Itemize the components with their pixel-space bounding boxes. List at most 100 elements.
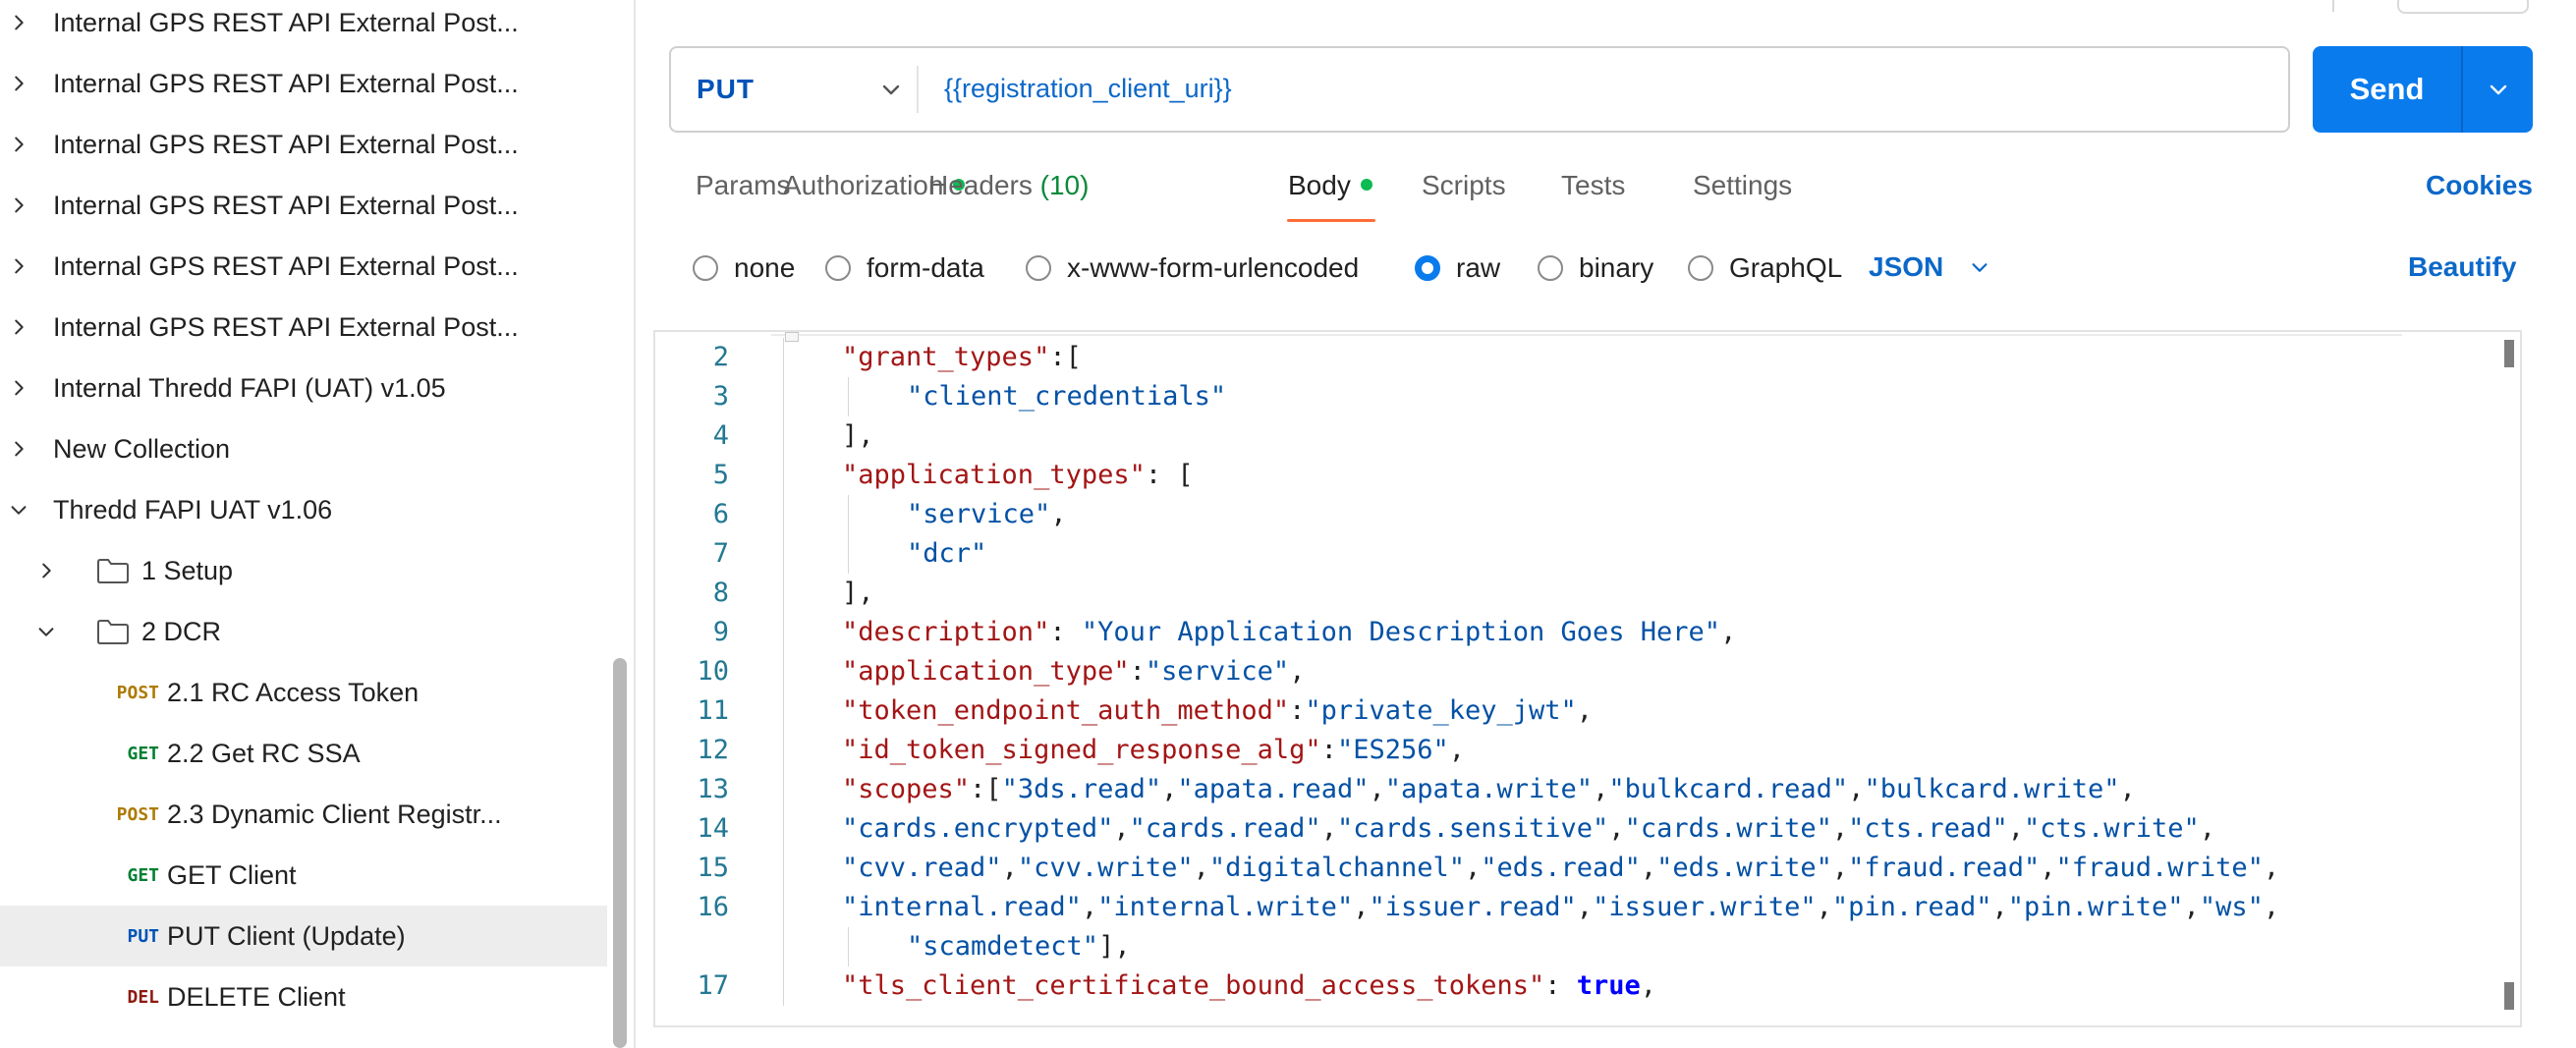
- tab-headers[interactable]: Headers (10): [928, 170, 1089, 201]
- indent-guide: [783, 731, 784, 770]
- code-text: "description": "Your Application Descrip…: [842, 613, 1736, 652]
- collection-item[interactable]: Internal GPS REST API External Post...: [0, 297, 607, 358]
- json-punctuation: ],: [1098, 931, 1131, 962]
- json-punctuation: ,: [1369, 774, 1385, 804]
- radio-circle: [825, 255, 851, 281]
- radio-graphql[interactable]: GraphQL: [1688, 252, 1842, 283]
- method-badge: POST: [116, 803, 159, 825]
- line-number: 8: [712, 578, 729, 608]
- chevron-down-icon[interactable]: [8, 499, 29, 521]
- json-punctuation: ,: [1831, 853, 1849, 883]
- json-punctuation: ,: [2007, 813, 2024, 844]
- json-string: "cards.sensitive": [1336, 813, 1609, 844]
- tab-scripts[interactable]: Scripts: [1422, 170, 1506, 201]
- chevron-right-icon[interactable]: [8, 377, 29, 399]
- collection-item[interactable]: Internal GPS REST API External Post...: [0, 53, 607, 114]
- json-punctuation: ,: [1831, 813, 1849, 844]
- collection-item[interactable]: Internal GPS REST API External Post...: [0, 236, 607, 297]
- code-line: 5 "application_types": [: [655, 456, 2483, 495]
- active-tab-indicator: [1287, 219, 1375, 222]
- request-item[interactable]: POST 2.3 Dynamic Client Registr...: [0, 784, 607, 845]
- json-string: "bulkcard.read": [1608, 774, 1849, 804]
- chevron-right-icon[interactable]: [8, 73, 29, 94]
- sidebar-scrollbar[interactable]: [613, 658, 627, 1048]
- json-string: "cards.read": [1129, 813, 1321, 844]
- tab-label: Body: [1288, 170, 1351, 200]
- language-label: JSON: [1869, 251, 1944, 282]
- tab-label: Authorization: [783, 170, 944, 200]
- chevron-right-icon[interactable]: [8, 194, 29, 216]
- code-text: ],: [842, 574, 874, 613]
- send-options-button[interactable]: [2463, 46, 2533, 133]
- scrollbar-thumb[interactable]: [2504, 340, 2514, 367]
- collection-item[interactable]: New Collection: [0, 418, 607, 479]
- collection-item[interactable]: Internal GPS REST API External Post...: [0, 114, 607, 175]
- method-select[interactable]: PUT: [671, 48, 917, 131]
- tab-params[interactable]: Params: [696, 170, 790, 201]
- tab-settings[interactable]: Settings: [1693, 170, 1792, 201]
- code-line: 2 "grant_types":[: [655, 338, 2483, 377]
- indent-guide: [783, 652, 784, 691]
- url-input[interactable]: {{registration_client_uri}}: [944, 74, 1232, 104]
- radio-form-data[interactable]: form-data: [825, 252, 984, 283]
- chevron-right-icon[interactable]: [8, 255, 29, 277]
- chevron-right-icon[interactable]: [8, 134, 29, 155]
- json-string: "cvv.read": [842, 853, 1002, 883]
- collection-label: New Collection: [53, 433, 231, 464]
- beautify-button[interactable]: Beautify: [2408, 251, 2516, 283]
- json-string: "apata.read": [1177, 774, 1370, 804]
- request-item[interactable]: PUT PUT Client (Update): [0, 906, 607, 966]
- cookies-link[interactable]: Cookies: [2426, 170, 2533, 201]
- radio-none[interactable]: none: [693, 252, 796, 283]
- code-text: "id_token_signed_response_alg":"ES256",: [842, 731, 1465, 770]
- chevron-right-icon[interactable]: [8, 316, 29, 338]
- tab-body[interactable]: Body: [1288, 170, 1372, 201]
- collection-item[interactable]: Internal GPS REST API External Post...: [0, 175, 607, 236]
- chevron-right-icon[interactable]: [35, 560, 57, 581]
- request-item[interactable]: POST 2.1 RC Access Token: [0, 662, 607, 723]
- collection-item[interactable]: Thredd FAPI UAT v1.06: [0, 479, 607, 540]
- line-number: 9: [712, 617, 729, 647]
- request-item[interactable]: GET GET Client: [0, 845, 607, 906]
- chevron-right-icon[interactable]: [8, 12, 29, 33]
- line-number: 17: [697, 970, 729, 1001]
- json-string: "Your Application Description Goes Here": [1081, 617, 1721, 647]
- radio-binary[interactable]: binary: [1538, 252, 1653, 283]
- tab-label: Scripts: [1422, 170, 1506, 200]
- json-punctuation: ],: [842, 420, 874, 451]
- code-line: "scamdetect"],: [655, 927, 2483, 966]
- editor-scrollbar[interactable]: [2498, 332, 2520, 1025]
- json-string: "bulkcard.write": [1864, 774, 2120, 804]
- line-number: 4: [712, 420, 729, 451]
- chevron-right-icon[interactable]: [8, 438, 29, 460]
- folder-item[interactable]: 2 DCR: [0, 601, 607, 662]
- tab-tests[interactable]: Tests: [1561, 170, 1625, 201]
- indent-guide: [783, 691, 784, 731]
- json-punctuation: ,: [1448, 735, 1465, 765]
- method-badge: DEL: [127, 986, 159, 1008]
- request-item[interactable]: GET 2.2 Get RC SSA: [0, 723, 607, 784]
- radio-raw[interactable]: raw: [1415, 252, 1500, 283]
- code-editor[interactable]: 2 "grant_types":[3 "client_credentials" 4],…: [653, 330, 2522, 1027]
- collection-item[interactable]: Internal Thredd FAPI (UAT) v1.05: [0, 358, 607, 418]
- language-select[interactable]: JSON: [1869, 251, 1990, 283]
- request-item[interactable]: DEL DELETE Client: [0, 966, 607, 1027]
- code-text: "tls_client_certificate_bound_access_tok…: [842, 966, 1656, 1006]
- radio-label: none: [734, 252, 796, 283]
- send-button[interactable]: Send: [2313, 46, 2461, 133]
- json-punctuation: ,: [2263, 853, 2280, 883]
- collection-item[interactable]: Internal GPS REST API External Post...: [0, 0, 607, 53]
- chevron-down-icon[interactable]: [35, 621, 57, 642]
- folder-item[interactable]: 1 Setup: [0, 540, 607, 601]
- folder-icon: [96, 618, 130, 645]
- code-line: 10 "application_type":"service",: [655, 652, 2483, 691]
- line-number: 12: [697, 735, 729, 765]
- indent-guide: [783, 770, 784, 809]
- radio-urlencoded[interactable]: x-www-form-urlencoded: [1026, 252, 1359, 283]
- request-label: 2.3 Dynamic Client Registr...: [167, 799, 502, 829]
- json-punctuation: ,: [1161, 774, 1178, 804]
- line-number: 6: [712, 499, 729, 529]
- toolbar-control-edge[interactable]: [2397, 0, 2529, 14]
- json-string: "issuer.read": [1369, 892, 1577, 922]
- json-string: "pin.read": [1831, 892, 1992, 922]
